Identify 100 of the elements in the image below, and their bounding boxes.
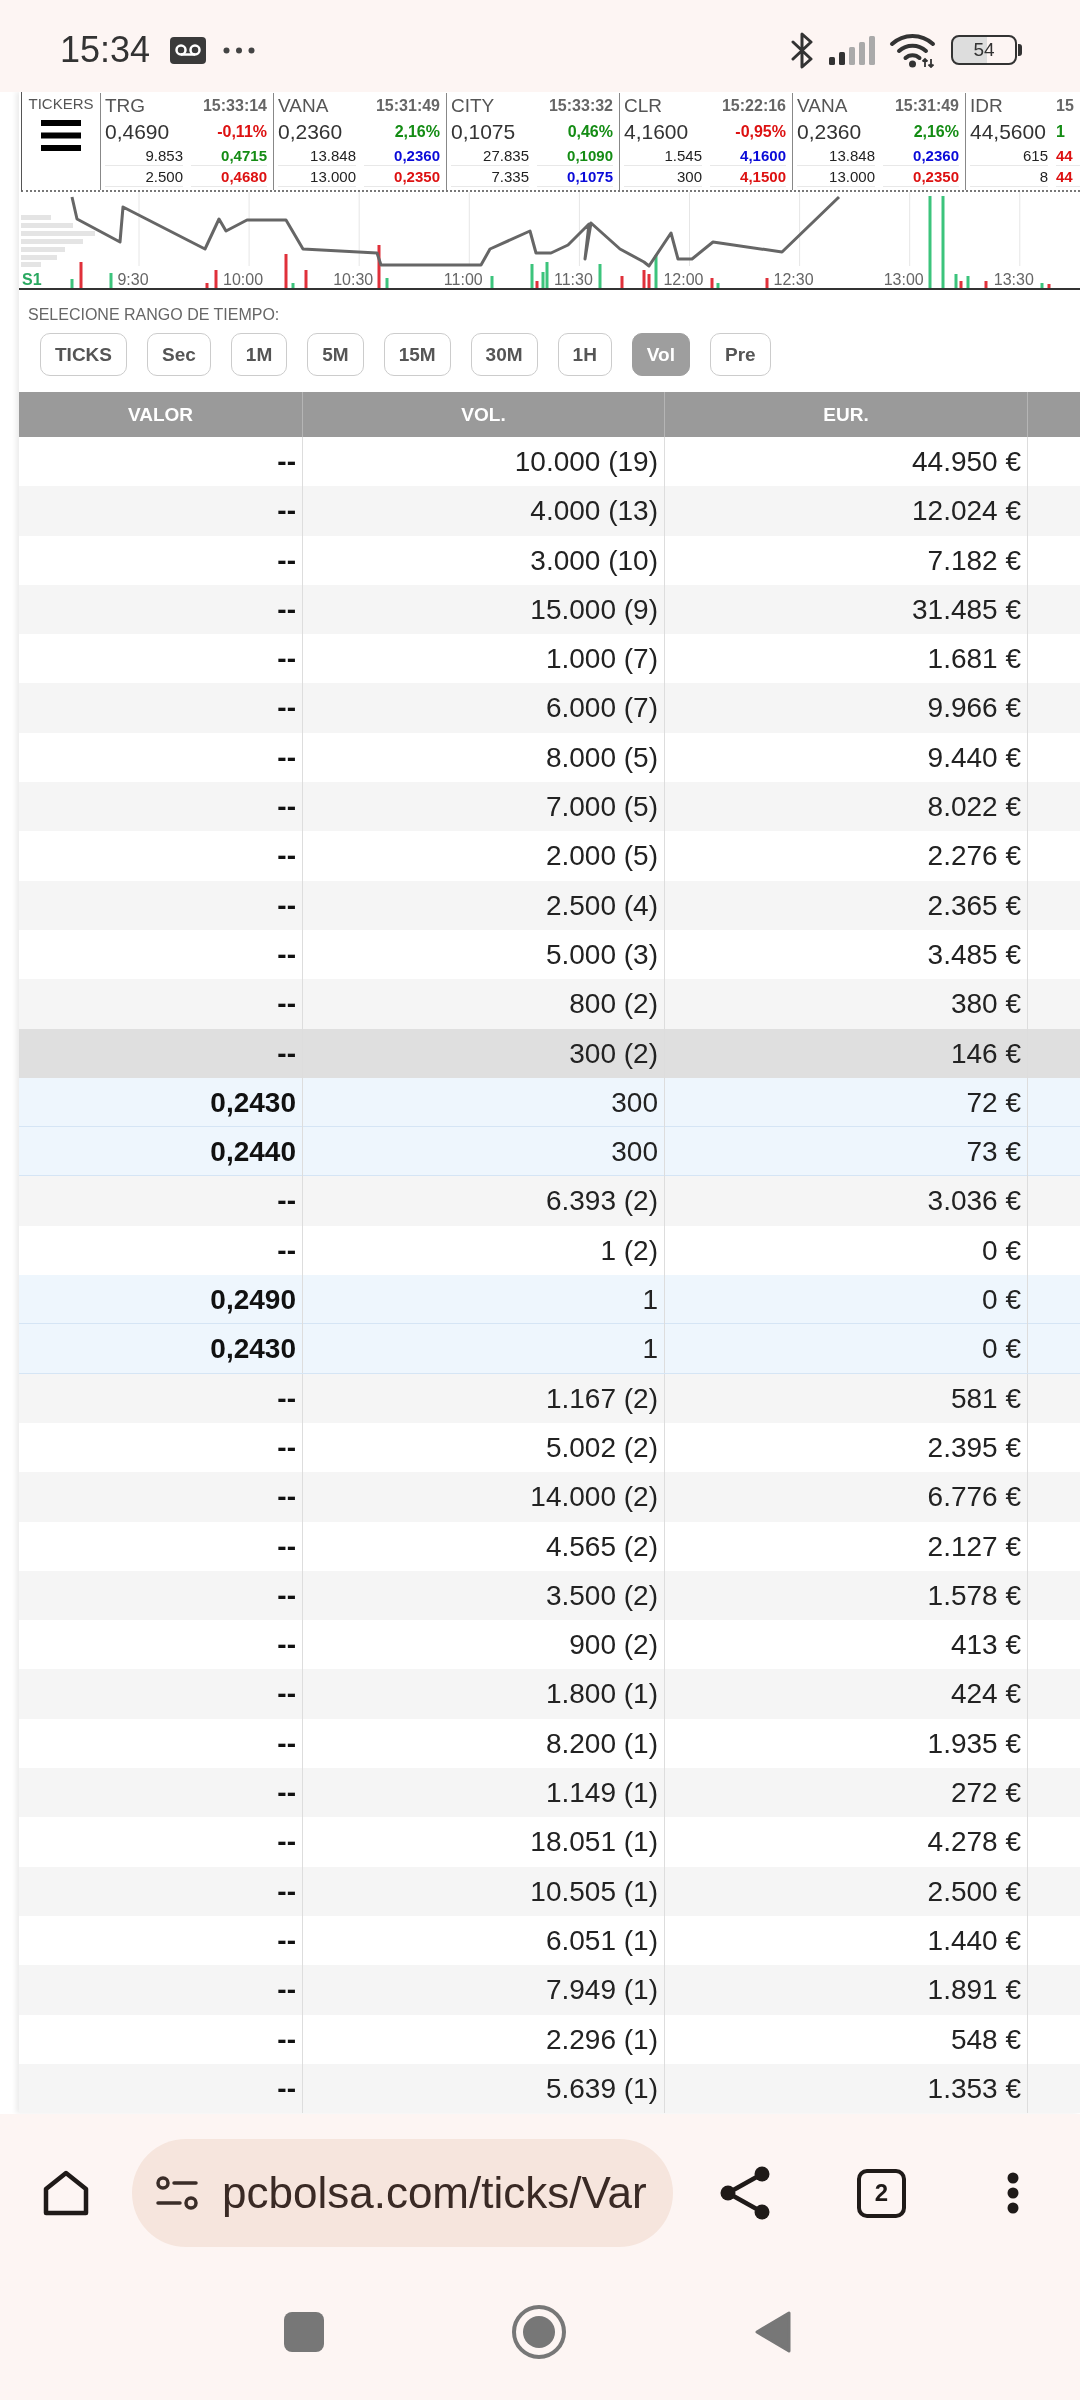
bluetooth-icon [790,31,815,69]
table-row[interactable]: 0,2440 300 73 € [19,1127,1080,1177]
volume-bar [966,276,970,288]
table-row[interactable]: -- 4.000 (13) 12.024 € [19,486,1080,536]
volume-profile-bar [21,239,83,244]
ticker-symbol[interactable]: VANA [278,95,356,117]
table-row[interactable]: -- 1.149 (1) 272 € [19,1768,1080,1818]
ticker-quote: 44 [1056,166,1080,187]
volume-bar [109,273,113,288]
table-row[interactable]: -- 10.000 (19) 44.950 € [19,437,1080,487]
table-row[interactable]: -- 300 (2) 146 € [19,1028,1080,1078]
range-button[interactable]: 15M [383,333,451,376]
table-row[interactable]: -- 5.002 (2) 2.395 € [19,1422,1080,1473]
table-row[interactable]: -- 2.000 (5) 2.276 € [19,831,1080,881]
table-cell: 1.800 (1) [303,1669,665,1719]
ticker-time: 15:22:16 [720,97,786,115]
ticker-symbol[interactable]: CITY [451,95,529,117]
more-options-icon[interactable] [1007,2172,1019,2214]
table-cell: -- [19,2063,303,2114]
ticker-price: 0,2360 [797,120,863,144]
square-icon[interactable] [284,2312,324,2352]
ticker-volume: 1.545 [624,145,702,166]
table-cell: 800 (2) [303,979,665,1029]
range-button[interactable]: 1H [557,333,612,376]
table-row[interactable]: -- 7.000 (5) 8.022 € [19,782,1080,832]
table-cell: -- [19,1373,303,1423]
status-time: 15:34 [60,29,151,71]
table-row[interactable]: -- 2.500 (4) 2.365 € [19,880,1080,930]
table-cell: -- [19,1521,303,1571]
ticker-volume: 2.500 [105,166,183,187]
table-row[interactable]: -- 5.639 (1) 1.353 € [19,2063,1080,2114]
table-row[interactable]: -- 6.051 (1) 1.440 € [19,1915,1080,1966]
table-row[interactable]: -- 15.000 (9) 31.485 € [19,584,1080,635]
table-row[interactable]: 0,2430 1 0 € [19,1324,1080,1374]
table-cell: 2.365 € [665,880,1028,930]
voicemail-icon [170,36,207,64]
table-cell: 0,2430 [19,1077,303,1127]
table-row[interactable]: -- 2.296 (1) 548 € [19,2014,1080,2064]
table-row[interactable]: -- 1.167 (2) 581 € [19,1373,1080,1423]
table-row[interactable]: -- 900 (2) 413 € [19,1620,1080,1670]
table-row[interactable]: -- 3.500 (2) 1.578 € [19,1570,1080,1621]
table-row[interactable]: -- 6.000 (7) 9.966 € [19,683,1080,733]
table-row[interactable]: -- 6.393 (2) 3.036 € [19,1176,1080,1226]
ticker-change: 2,16% [393,123,440,141]
table-cell: 424 € [665,1669,1028,1719]
volume-bar [765,278,769,288]
table-row[interactable]: -- 8.200 (1) 1.935 € [19,1718,1080,1768]
table-row[interactable]: -- 3.000 (10) 7.182 € [19,535,1080,585]
table-row[interactable]: -- 7.949 (1) 1.891 € [19,1965,1080,2015]
time-label: 12:30 [773,271,814,288]
table-row[interactable]: 0,2490 1 0 € [19,1275,1080,1325]
table-cell: 3.036 € [665,1176,1028,1226]
table-row[interactable]: 0,2430 300 72 € [19,1077,1080,1128]
ticker-symbol[interactable]: VANA [797,95,875,117]
table-cell: 2.276 € [665,831,1028,881]
ticker-symbol[interactable]: TRG [105,95,183,117]
ticker-volume: 9.853 [105,145,183,166]
sliders-icon[interactable] [156,2176,198,2210]
table-row[interactable]: -- 4.565 (2) 2.127 € [19,1521,1080,1571]
table-cell: 18.051 (1) [303,1817,665,1867]
table-row[interactable]: -- 800 (2) 380 € [19,979,1080,1029]
back-icon[interactable] [754,2310,792,2354]
ticker-price: 4,1600 [624,120,690,144]
time-label: 9:30 [117,271,149,288]
table-row[interactable]: -- 10.505 (1) 2.500 € [19,1866,1080,1916]
range-button[interactable]: TICKS [40,333,127,376]
range-button[interactable]: 1M [230,333,288,376]
home-icon[interactable] [41,2169,91,2217]
ticker-change: -0,95% [734,123,786,141]
table-cell: 7.182 € [665,535,1028,585]
tab-switcher-button[interactable]: 2 [857,2168,906,2218]
ticker-quote: 0,2360 [364,145,440,166]
range-button[interactable]: Sec [147,333,211,376]
table-cell: -- [19,979,303,1029]
table-row[interactable]: -- 8.000 (5) 9.440 € [19,732,1080,783]
ticker-volume: 13.848 [278,145,356,166]
range-button[interactable]: 5M [307,333,364,376]
table-row[interactable]: -- 1.000 (7) 1.681 € [19,634,1080,684]
ticker-price: 0,4690 [105,120,171,144]
table-cell: 6.000 (7) [303,683,665,733]
address-bar[interactable]: pcbolsa.com/ticks/Var [132,2139,673,2247]
menu-icon[interactable] [41,120,81,151]
ticker-symbol[interactable]: IDR [970,95,1048,117]
table-cell: 6.776 € [665,1472,1028,1522]
range-button[interactable]: Pre [710,333,771,376]
table-cell: -- [19,1965,303,2015]
table-cell: 4.000 (13) [303,486,665,536]
table-cell: -- [19,535,303,585]
circle-icon[interactable] [512,2305,566,2359]
table-row[interactable]: -- 18.051 (1) 4.278 € [19,1817,1080,1867]
table-row[interactable]: -- 14.000 (2) 6.776 € [19,1472,1080,1522]
table-row[interactable]: -- 1 (2) 0 € [19,1225,1080,1276]
table-row[interactable]: -- 5.000 (3) 3.485 € [19,929,1080,980]
time-label: 13:00 [883,271,924,288]
time-label: 10:00 [223,271,264,288]
table-cell: 10.505 (1) [303,1866,665,1916]
share-icon[interactable] [720,2166,770,2220]
range-button[interactable]: 30M [470,333,538,376]
table-row[interactable]: -- 1.800 (1) 424 € [19,1669,1080,1719]
ticker-symbol[interactable]: CLR [624,95,702,117]
